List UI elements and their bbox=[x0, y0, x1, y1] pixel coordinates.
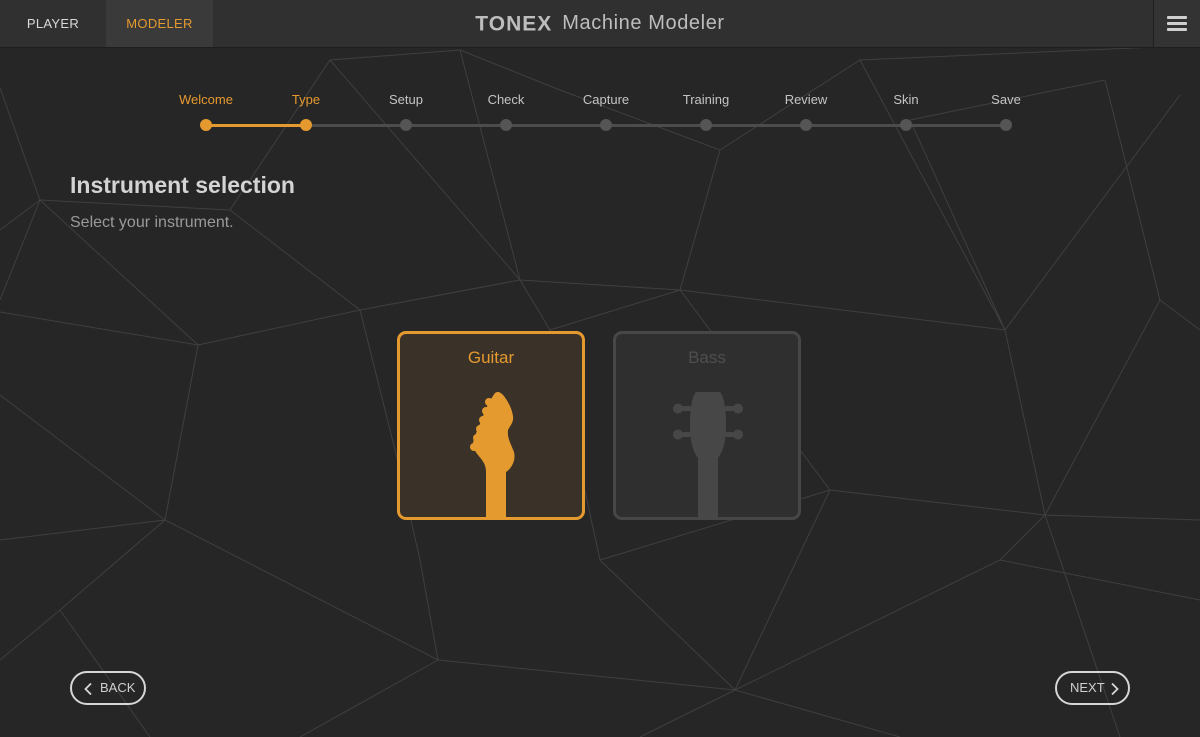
guitar-headstock-icon bbox=[470, 391, 515, 517]
step-label: Skin bbox=[893, 92, 919, 107]
step-setup: Setup bbox=[356, 90, 456, 131]
step-dot bbox=[700, 119, 712, 131]
step-label: Training bbox=[682, 92, 730, 107]
step-skin: Skin bbox=[856, 90, 956, 131]
step-save: Save bbox=[956, 90, 1056, 131]
step-welcome: Welcome bbox=[156, 90, 256, 131]
guitar-option-card[interactable]: Guitar bbox=[397, 331, 585, 520]
step-label: Save bbox=[991, 92, 1021, 107]
step-label: Review bbox=[784, 92, 828, 107]
back-button[interactable]: BACK bbox=[70, 671, 146, 705]
next-label: NEXT bbox=[1070, 680, 1105, 695]
app-window: PLAYER MODELER TONEX Machine Modeler Welc… bbox=[0, 0, 1200, 737]
step-training: Training bbox=[656, 90, 756, 131]
next-button[interactable]: NEXT bbox=[1055, 671, 1130, 705]
step-dot bbox=[300, 119, 312, 131]
step-capture: Capture bbox=[556, 90, 656, 131]
back-label: BACK bbox=[100, 680, 136, 695]
bass-option-card[interactable]: Bass bbox=[613, 331, 801, 520]
page-subtitle: Select your instrument. bbox=[70, 214, 234, 231]
chevron-right-icon bbox=[1111, 683, 1119, 695]
step-check: Check bbox=[456, 90, 556, 131]
step-dot bbox=[400, 119, 412, 131]
step-label: Welcome bbox=[179, 92, 233, 107]
step-type: Type bbox=[256, 90, 356, 131]
step-label: Type bbox=[291, 92, 321, 107]
step-label: Setup bbox=[389, 92, 423, 107]
step-dot bbox=[500, 119, 512, 131]
step-dot bbox=[200, 119, 212, 131]
step-review: Review bbox=[756, 90, 856, 131]
stepper-progress bbox=[206, 124, 306, 127]
step-dot bbox=[900, 119, 912, 131]
step-dot bbox=[1000, 119, 1012, 131]
step-label: Capture bbox=[582, 92, 630, 107]
wizard-stepper: Welcome Type Setup Check Capture Trainin… bbox=[0, 0, 1200, 140]
page-title: Instrument selection bbox=[70, 172, 295, 198]
step-dot bbox=[600, 119, 612, 131]
step-dot bbox=[800, 119, 812, 131]
step-label: Check bbox=[487, 92, 525, 107]
bass-headstock-icon bbox=[673, 392, 743, 517]
chevron-left-icon bbox=[84, 683, 92, 695]
